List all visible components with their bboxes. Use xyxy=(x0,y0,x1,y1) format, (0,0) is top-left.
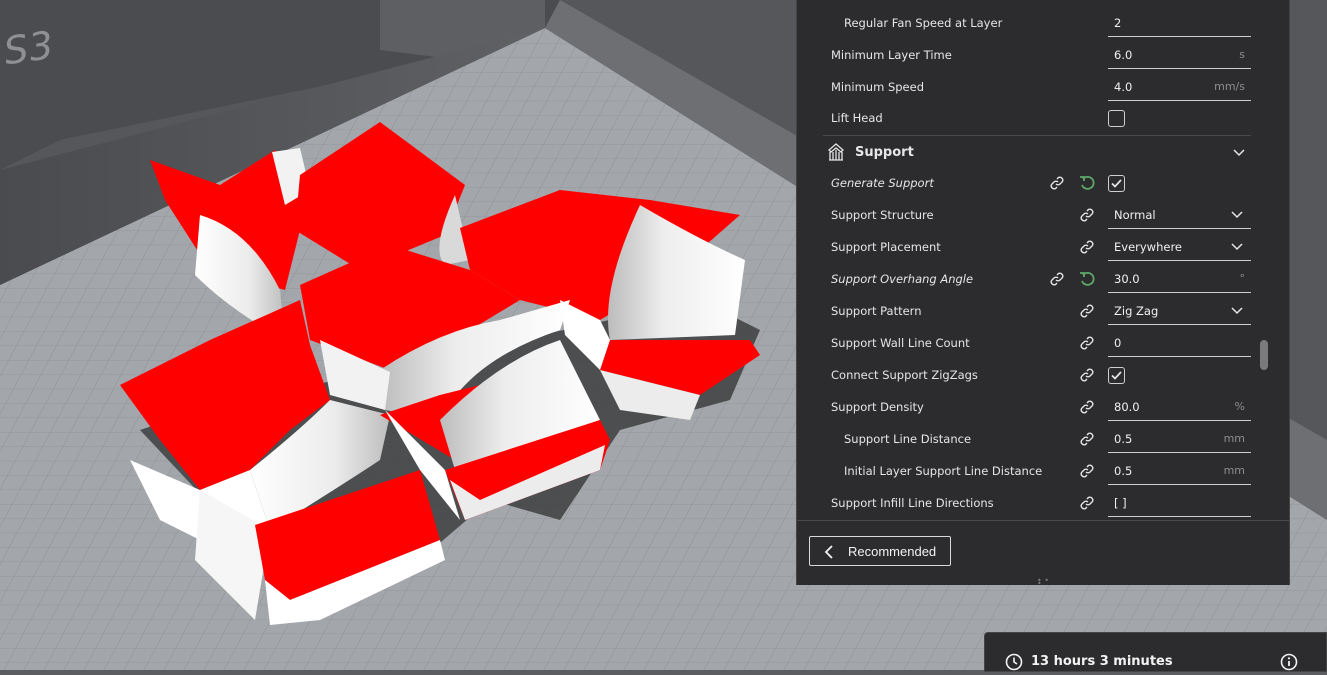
link-icon[interactable] xyxy=(1077,493,1097,513)
setting-row: Generate Support xyxy=(797,167,1237,199)
setting-label: Minimum Speed xyxy=(831,80,924,94)
support-pattern-select[interactable]: Zig Zag xyxy=(1108,297,1251,325)
reset-icon[interactable] xyxy=(1077,173,1097,193)
setting-row: Support Overhang Angle 30.0 ° xyxy=(797,263,1251,295)
support-density-input[interactable]: 80.0 % xyxy=(1108,393,1251,421)
chevron-down-icon xyxy=(1231,243,1243,251)
minimum-speed-input[interactable]: 4.0 mm/s xyxy=(1108,73,1251,101)
setting-row: Support Structure Normal xyxy=(797,199,1251,231)
link-icon[interactable] xyxy=(1077,461,1097,481)
chevron-down-icon xyxy=(1231,307,1243,315)
info-icon[interactable] xyxy=(1280,653,1298,675)
support-structure-select[interactable]: Normal xyxy=(1108,201,1251,229)
link-icon[interactable] xyxy=(1077,301,1097,321)
link-icon[interactable] xyxy=(1077,205,1097,225)
setting-label: Support Density xyxy=(831,400,924,414)
setting-label: Initial Layer Support Line Distance xyxy=(844,464,1043,478)
print-time-estimate: 13 hours 3 minutes xyxy=(1031,654,1173,669)
setting-row: Support Placement Everywhere xyxy=(797,231,1251,263)
chevron-down-icon[interactable] xyxy=(1233,146,1245,160)
setting-label: Generate Support xyxy=(831,176,934,190)
connect-support-zigzags-checkbox[interactable] xyxy=(1108,366,1125,384)
setting-label: Connect Support ZigZags xyxy=(831,368,978,382)
chevron-left-icon xyxy=(824,545,833,559)
clock-icon xyxy=(1005,653,1023,675)
support-placement-select[interactable]: Everywhere xyxy=(1108,233,1251,261)
support-overhang-angle-input[interactable]: 30.0 ° xyxy=(1108,265,1251,293)
link-icon[interactable] xyxy=(1077,397,1097,417)
setting-row: Support Density 80.0 % xyxy=(797,391,1251,423)
minimum-layer-time-input[interactable]: 6.0 s xyxy=(1108,41,1251,69)
setting-row: Connect Support ZigZags xyxy=(797,359,1237,391)
setting-label: Support Infill Line Directions xyxy=(831,496,994,510)
setting-label: Minimum Layer Time xyxy=(831,48,952,62)
setting-row: Support Infill Line Directions [ ] xyxy=(797,487,1251,519)
printer-brand-label: S3 xyxy=(1,22,58,74)
lift-head-checkbox[interactable] xyxy=(1108,109,1125,127)
panel-footer: Recommended • • • xyxy=(797,520,1289,588)
setting-label: Regular Fan Speed at Layer xyxy=(844,16,1003,30)
setting-label: Support Structure xyxy=(831,208,934,222)
support-wall-line-count-input[interactable]: 0 xyxy=(1108,329,1251,357)
setting-row: Support Wall Line Count 0 xyxy=(797,327,1251,359)
link-icon[interactable] xyxy=(1047,269,1067,289)
support-infill-line-directions-input[interactable]: [ ] xyxy=(1108,489,1251,517)
setting-label: Lift Head xyxy=(831,111,883,125)
regular-fan-speed-layer-input[interactable]: 2 xyxy=(1108,9,1251,37)
chevron-down-icon xyxy=(1231,211,1243,219)
setting-row: Regular Fan Speed at Layer 2 xyxy=(797,7,1251,39)
generate-support-checkbox[interactable] xyxy=(1108,174,1125,192)
setting-row: Lift Head xyxy=(797,102,1237,134)
reset-icon[interactable] xyxy=(1077,269,1097,289)
support-line-distance-input[interactable]: 0.5 mm xyxy=(1108,425,1251,453)
link-icon[interactable] xyxy=(1077,365,1097,385)
custom-settings-panel[interactable]: Regular Fan Speed at Layer 2 Minimum Lay… xyxy=(796,0,1290,588)
initial-layer-support-line-distance-input[interactable]: 0.5 mm xyxy=(1108,457,1251,485)
setting-label: Support Overhang Angle xyxy=(831,272,974,286)
settings-scrollbar[interactable] xyxy=(1260,340,1268,370)
resize-grip[interactable]: • • • xyxy=(1037,577,1051,588)
link-icon[interactable] xyxy=(1077,237,1097,257)
setting-row: Initial Layer Support Line Distance 0.5 … xyxy=(797,455,1251,487)
link-icon[interactable] xyxy=(1077,429,1097,449)
section-title: Support xyxy=(855,144,914,160)
setting-label: Support Placement xyxy=(831,240,941,254)
setting-label: Support Wall Line Count xyxy=(831,336,970,350)
setting-label: Support Pattern xyxy=(831,304,922,318)
link-icon[interactable] xyxy=(1077,333,1097,353)
print-info-panel: 13 hours 3 minutes xyxy=(984,632,1327,672)
recommended-button[interactable]: Recommended xyxy=(809,536,951,566)
link-icon[interactable] xyxy=(1047,173,1067,193)
setting-row: Support Pattern Zig Zag xyxy=(797,295,1251,327)
setting-row: Minimum Layer Time 6.0 s xyxy=(797,39,1251,71)
setting-row: Minimum Speed 4.0 mm/s xyxy=(797,71,1251,103)
support-category-icon xyxy=(827,143,845,164)
setting-label: Support Line Distance xyxy=(844,432,972,446)
setting-row: Support Line Distance 0.5 mm xyxy=(797,423,1251,455)
support-section-header[interactable]: Support xyxy=(823,135,1251,168)
